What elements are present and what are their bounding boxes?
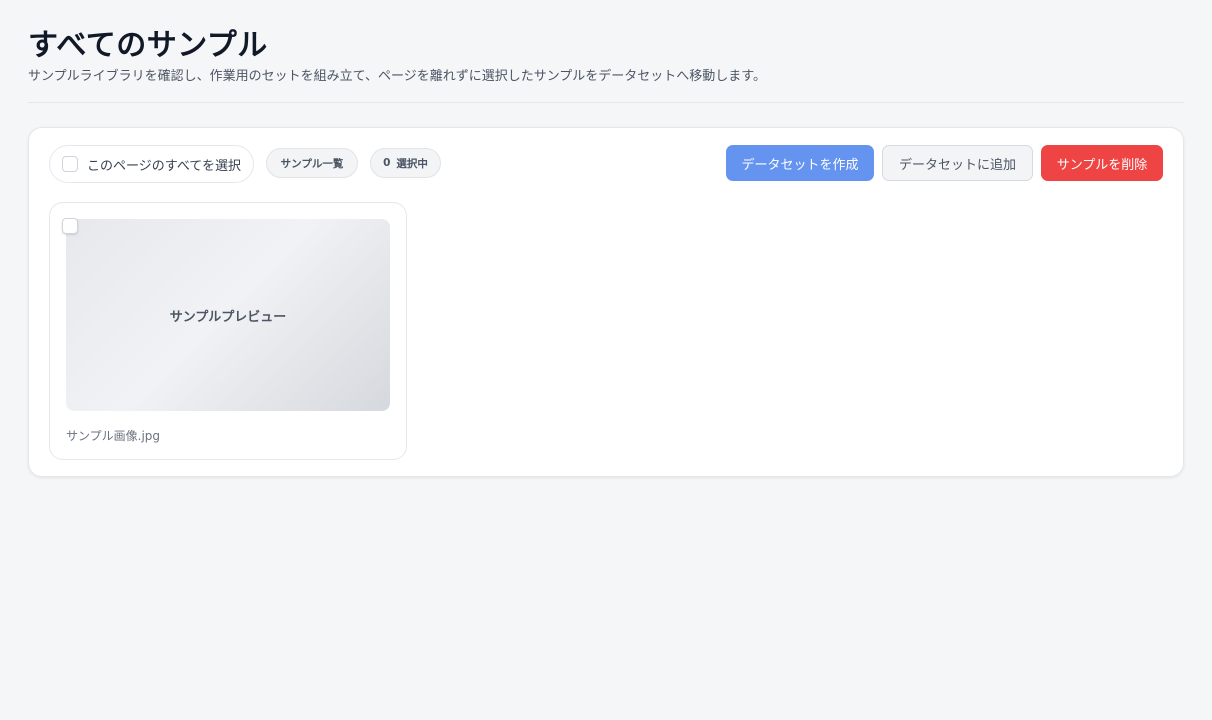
samples-panel: このページのすべてを選択 サンプル一覧 0 選択中 データセットを作成 データセ… (28, 127, 1184, 477)
sample-card[interactable]: サンプルプレビュー サンプル画像.jpg (49, 202, 407, 460)
sample-list-label: サンプル一覧 (280, 157, 344, 170)
header-divider (28, 102, 1184, 103)
selected-count: 0 (383, 157, 391, 169)
sample-filename: サンプル画像.jpg (66, 429, 161, 443)
page-subtitle: サンプルライブラリを確認し、作業用のセットを組み立て、ページを離れずに選択したサ… (28, 69, 767, 84)
sample-list-pill: サンプル一覧 (266, 148, 358, 178)
add-to-dataset-button[interactable]: データセットに追加 (882, 145, 1033, 181)
delete-samples-button[interactable]: サンプルを削除 (1041, 145, 1163, 181)
select-all-label: このページのすべてを選択 (87, 158, 242, 174)
sample-preview-label: サンプルプレビュー (169, 309, 287, 325)
selected-count-label: 選択中 (396, 157, 428, 170)
selected-count-badge: 0 選択中 (370, 148, 441, 178)
sample-card-checkbox[interactable] (62, 218, 78, 234)
create-dataset-button[interactable]: データセットを作成 (726, 145, 874, 181)
sample-preview-image[interactable]: サンプルプレビュー (66, 219, 390, 411)
page-title: すべてのサンプル (28, 28, 268, 63)
select-all-checkbox[interactable] (62, 156, 78, 172)
select-all-toggle[interactable]: このページのすべてを選択 (49, 145, 254, 183)
